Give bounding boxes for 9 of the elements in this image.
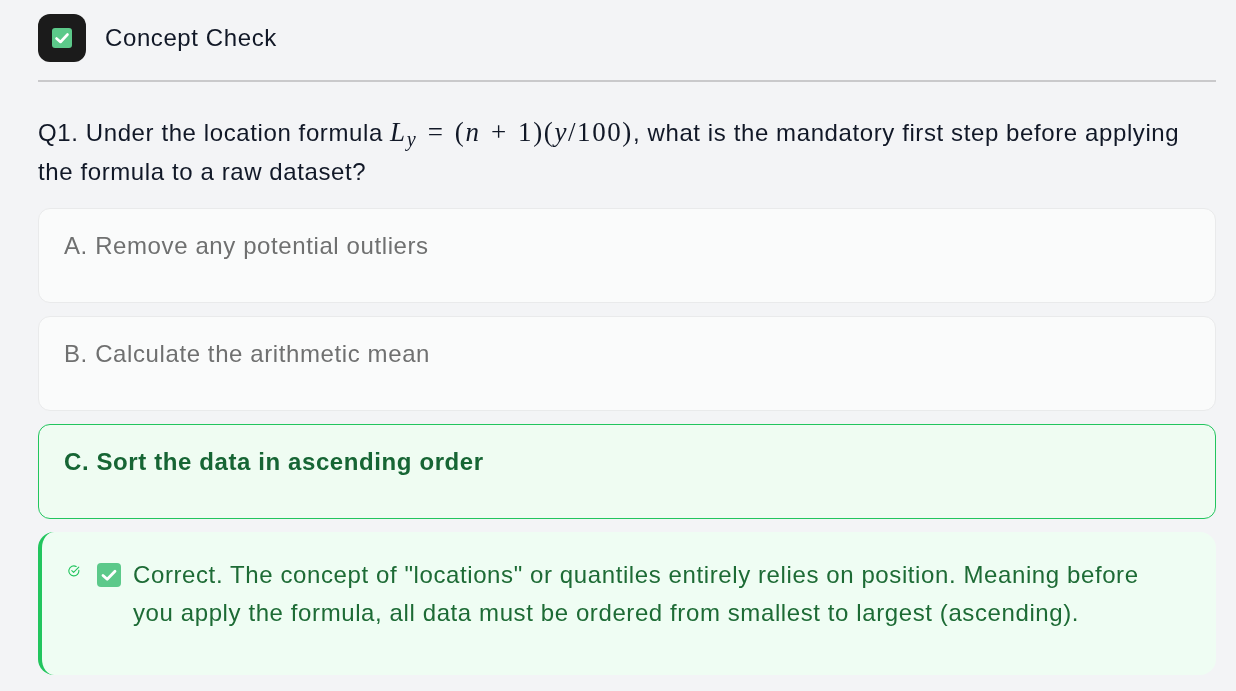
section-title: Concept Check xyxy=(105,23,277,53)
answer-option[interactable]: B. Calculate the arithmetic mean xyxy=(38,316,1216,411)
check-mark-icon xyxy=(97,563,121,587)
answer-option[interactable]: C. Sort the data in ascending order xyxy=(38,424,1216,519)
feedback-text: Correct. The concept of "locations" or quantiles entirely relies on position. Meaning before you apply the formula, all data must be ordered from smallest to largest (ascending). xyxy=(133,560,1140,628)
check-mark-icon xyxy=(38,14,86,62)
question-text: Q1. Under the location formula L$_{y}$ = (n + 1)(y/100), what is the mandatory first step before applying the formula to a raw dataset? xyxy=(38,116,1181,187)
answer-option[interactable]: A. Remove any potential outliers xyxy=(38,208,1216,303)
check-circle-icon xyxy=(68,565,80,577)
